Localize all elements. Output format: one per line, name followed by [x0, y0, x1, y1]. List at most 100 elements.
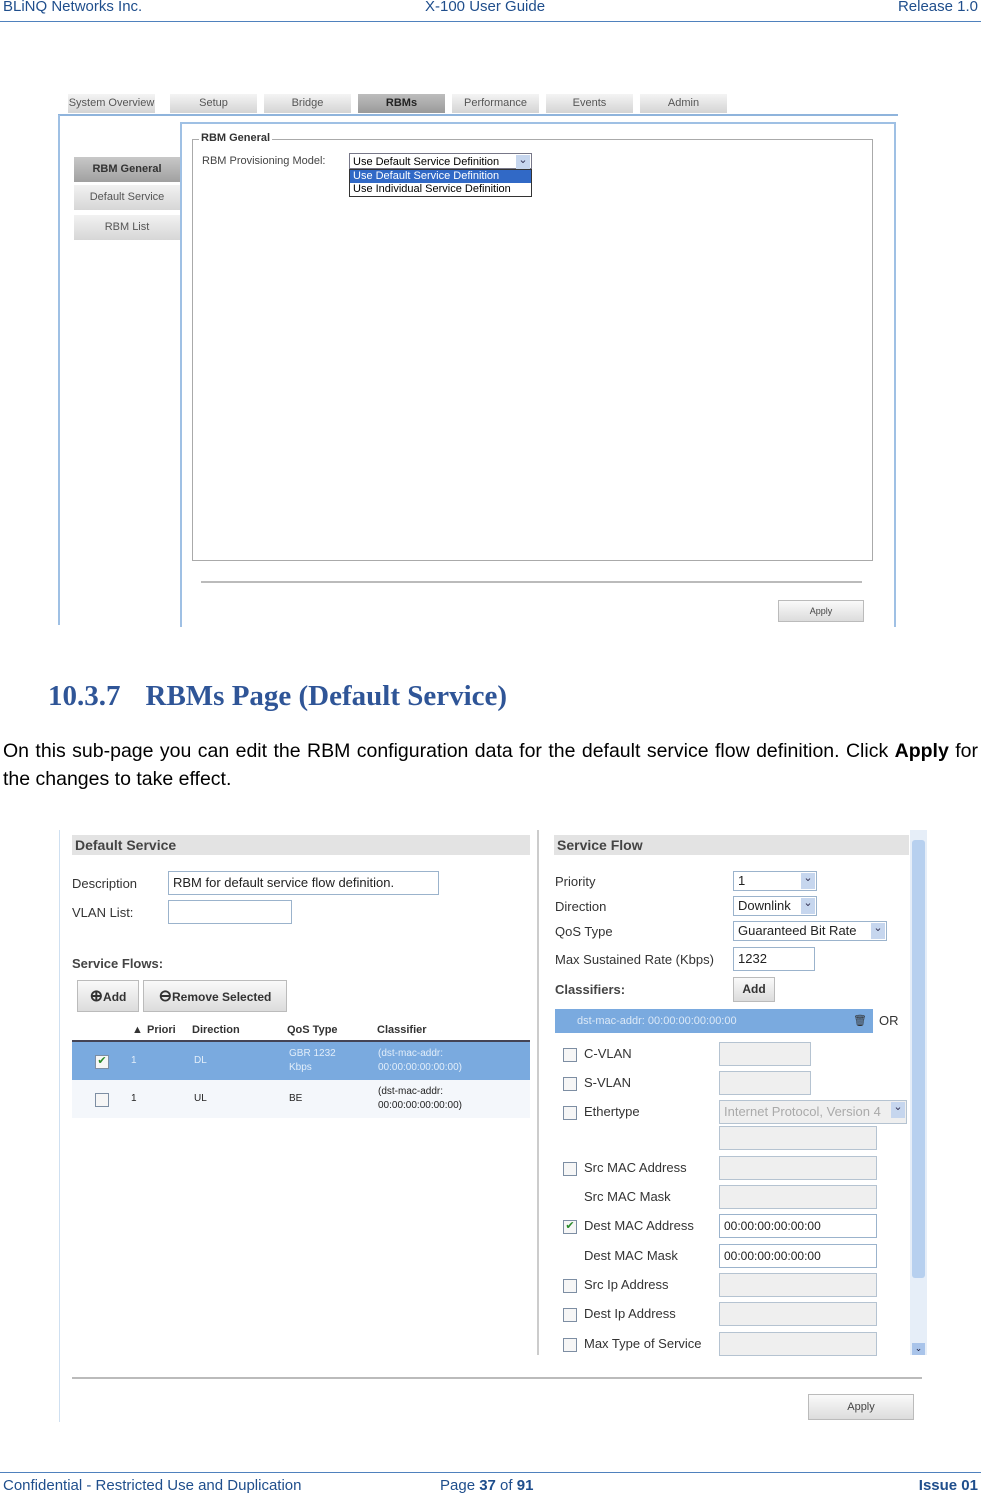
or-label: OR — [879, 1013, 899, 1028]
remove-selected-button[interactable]: ⊖Remove Selected — [143, 980, 287, 1012]
scroll-down-icon[interactable]: ⌄ — [912, 1343, 925, 1355]
sidebar-item-rbm-general[interactable]: RBM General — [74, 157, 180, 182]
dest-mac-mask-label: Dest MAC Mask — [584, 1248, 678, 1263]
cell-direction: UL — [194, 1093, 207, 1104]
issue: Issue 01 — [918, 1477, 978, 1494]
sidebar-item-rbm-list[interactable]: RBM List — [74, 215, 180, 240]
cell-direction: DL — [194, 1055, 207, 1066]
dest-mac-address-checkbox[interactable]: ✔ — [563, 1220, 577, 1234]
section-paragraph: On this sub-page you can edit the RBM co… — [3, 737, 978, 793]
dest-ip-address-input[interactable] — [719, 1302, 877, 1326]
src-ip-address-checkbox[interactable] — [563, 1279, 577, 1293]
tab-bridge[interactable]: Bridge — [264, 94, 351, 113]
cell-priority: 1 — [131, 1055, 137, 1066]
fieldset — [192, 139, 873, 561]
frame-left — [59, 830, 60, 1422]
c-vlan-checkbox[interactable] — [563, 1048, 577, 1062]
col-direction[interactable]: Direction — [192, 1024, 240, 1036]
src-ip-address-label: Src Ip Address — [584, 1277, 669, 1292]
para-bold: Apply — [894, 740, 949, 762]
fieldset-legend: RBM General — [199, 132, 273, 144]
add-classifier-button[interactable]: Add — [733, 977, 775, 1002]
model-select-value: Use Default Service Definition — [353, 156, 500, 168]
dest-mac-address-label: Dest MAC Address — [584, 1218, 694, 1233]
tab-admin[interactable]: Admin — [640, 94, 727, 113]
sidebar-item-default-service[interactable]: Default Service — [74, 185, 180, 210]
tab-performance[interactable]: Performance — [452, 94, 539, 113]
src-mac-address-input[interactable] — [719, 1156, 877, 1180]
priority-select[interactable]: 1 — [733, 871, 817, 891]
col-priority[interactable]: Priori — [147, 1024, 176, 1036]
divider — [201, 581, 862, 583]
remove-label: Remove Selected — [172, 990, 272, 1004]
release: Release 1.0 — [897, 0, 978, 15]
service-flow-title: Service Flow — [554, 835, 909, 855]
dest-ip-address-label: Dest Ip Address — [584, 1306, 676, 1321]
vlan-input[interactable] — [168, 900, 292, 924]
service-flows-label: Service Flows: — [72, 956, 164, 971]
direction-select[interactable]: Downlink — [733, 896, 817, 916]
scrollbar[interactable]: ⌄ — [910, 830, 927, 1355]
classifier-text: dst-mac-addr: 00:00:00:00:00:00 — [577, 1015, 737, 1027]
max-type-of-service-label: Max Type of Service — [584, 1336, 702, 1351]
apply-button[interactable]: Apply — [808, 1394, 914, 1420]
model-select[interactable]: Use Default Service Definition — [349, 153, 532, 171]
page-total: 91 — [516, 1477, 534, 1494]
classifier-item[interactable]: dst-mac-addr: 00:00:00:00:00:00 🗑 — [555, 1009, 873, 1033]
src-mac-address-checkbox[interactable] — [563, 1162, 577, 1176]
cell-qos: BE — [289, 1093, 303, 1104]
tab-system-overview[interactable]: System Overview — [68, 94, 155, 113]
c-vlan-label: C-VLAN — [584, 1046, 632, 1061]
model-label: RBM Provisioning Model: — [202, 155, 326, 167]
page-of: of — [495, 1477, 517, 1494]
col-qos[interactable]: QoS Type — [287, 1024, 338, 1036]
minus-circle-icon: ⊖ — [158, 988, 172, 1005]
src-mac-address-label: Src MAC Address — [584, 1160, 687, 1175]
s-vlan-input[interactable] — [719, 1071, 811, 1095]
table-row[interactable]: ✔ 1 DL GBR 1232 Kbps (dst-mac-addr: 00:00:00… — [72, 1042, 530, 1080]
classifiers-label: Classifiers: — [555, 982, 626, 997]
tab-rbms[interactable]: RBMs — [358, 94, 445, 113]
qos-label: QoS Type — [555, 924, 613, 939]
dest-ip-address-checkbox[interactable] — [563, 1308, 577, 1322]
s-vlan-checkbox[interactable] — [563, 1077, 577, 1091]
qos-select[interactable]: Guaranteed Bit Rate — [733, 921, 887, 941]
cell-priority: 1 — [131, 1093, 137, 1104]
ethertype-label: Ethertype — [584, 1104, 640, 1119]
trash-icon[interactable]: 🗑 — [853, 1009, 867, 1033]
apply-button[interactable]: Apply — [778, 600, 864, 622]
option-individual[interactable]: Use Individual Service Definition — [350, 183, 531, 196]
add-flow-button[interactable]: ⊕Add — [77, 980, 139, 1012]
sort-asc-icon[interactable]: ▲ — [132, 1024, 143, 1036]
dest-mac-address-input[interactable]: 00:00:00:00:00:00 — [719, 1214, 877, 1238]
src-mac-mask-input[interactable] — [719, 1185, 877, 1209]
c-vlan-input[interactable] — [719, 1042, 811, 1066]
max-type-of-service-input[interactable] — [719, 1332, 877, 1356]
option-default[interactable]: Use Default Service Definition — [350, 170, 531, 183]
max-type-of-service-checkbox[interactable] — [563, 1338, 577, 1352]
model-dropdown: Use Default Service Definition Use Indiv… — [349, 169, 532, 197]
ethertype-value-input[interactable] — [719, 1126, 877, 1150]
dest-mac-mask-input[interactable]: 00:00:00:00:00:00 — [719, 1244, 877, 1268]
tab-events[interactable]: Events — [546, 94, 633, 113]
description-input[interactable]: RBM for default service flow definition. — [168, 871, 439, 895]
add-label: Add — [103, 990, 127, 1004]
divider — [72, 1377, 922, 1379]
qos-value: Guaranteed Bit Rate — [738, 923, 857, 938]
src-ip-address-input[interactable] — [719, 1273, 877, 1297]
table-row[interactable]: 1 UL BE (dst-mac-addr: 00:00:00:00:00:00) — [72, 1080, 530, 1118]
src-mac-mask-label: Src MAC Mask — [584, 1189, 671, 1204]
tab-rule — [58, 114, 898, 116]
col-classifier[interactable]: Classifier — [377, 1024, 427, 1036]
rate-input[interactable]: 1232 — [733, 947, 815, 971]
row-checkbox[interactable]: ✔ — [95, 1055, 109, 1069]
ethertype-checkbox[interactable] — [563, 1106, 577, 1120]
tab-setup[interactable]: Setup — [170, 94, 257, 113]
cell-classifier: (dst-mac-addr: 00:00:00:00:00:00) — [378, 1048, 462, 1073]
row-checkbox[interactable] — [95, 1093, 109, 1107]
frame-left — [58, 115, 60, 625]
ethertype-input[interactable]: Internet Protocol, Version 4 — [719, 1100, 907, 1124]
scrollbar-thumb[interactable] — [912, 840, 925, 1278]
footer-rule — [0, 1472, 981, 1473]
cell-classifier: (dst-mac-addr: 00:00:00:00:00:00) — [378, 1086, 462, 1111]
